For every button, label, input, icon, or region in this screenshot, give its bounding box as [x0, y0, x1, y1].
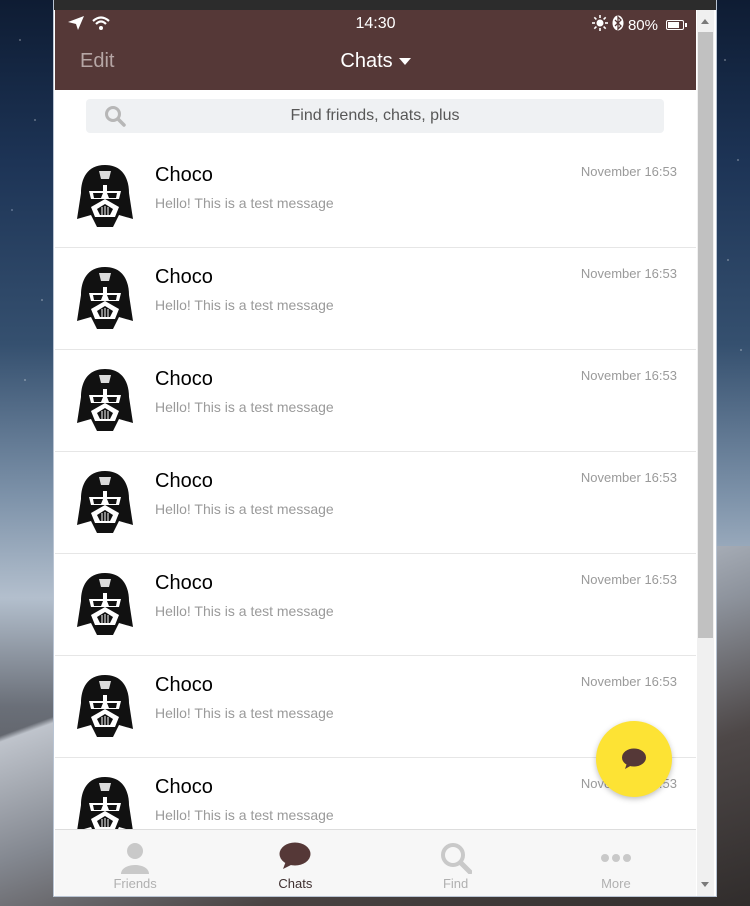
avatar: [75, 469, 135, 535]
app-window: 14:30 80% Edit Chats Find friends, chats…: [54, 0, 716, 896]
chats-title-dropdown[interactable]: Chats: [55, 50, 696, 73]
new-chat-button[interactable]: [596, 721, 672, 797]
chat-contact-name: Choco: [155, 368, 213, 390]
chat-timestamp: November 16:53: [580, 164, 677, 179]
battery-icon: [666, 20, 687, 30]
tab-bar: Friends Chats Find More: [55, 829, 696, 896]
tab-find[interactable]: Find: [376, 830, 536, 896]
avatar: [75, 163, 135, 229]
scroll-thumb[interactable]: [698, 32, 713, 638]
caret-down-icon: [398, 58, 411, 66]
search-area: Find friends, chats, plus: [55, 90, 696, 147]
chat-last-message: Hello! This is a test message: [155, 501, 334, 517]
chat-list-item[interactable]: Choco Hello! This is a test message Nove…: [55, 350, 696, 452]
status-right: 80%: [591, 15, 687, 35]
chat-list-item[interactable]: Choco Hello! This is a test message Nove…: [55, 146, 696, 248]
chat-contact-name: Choco: [155, 776, 213, 798]
chat-list: Choco Hello! This is a test message Nove…: [55, 146, 696, 829]
chat-timestamp: November 16:53: [580, 368, 677, 383]
tab-chats[interactable]: Chats: [215, 830, 375, 896]
chat-timestamp: November 16:53: [580, 470, 677, 485]
chat-contact-name: Choco: [155, 572, 213, 594]
status-bar: 14:30 80%: [55, 10, 696, 40]
chat-app: 14:30 80% Edit Chats Find friends, chats…: [55, 10, 696, 896]
chat-contact-name: Choco: [155, 470, 213, 492]
chat-contact-name: Choco: [155, 266, 213, 288]
chat-contact-name: Choco: [155, 674, 213, 696]
nav-bar: Edit Chats: [55, 40, 696, 90]
battery-level-fill: [668, 22, 680, 28]
chat-last-message: Hello! This is a test message: [155, 195, 334, 211]
chat-last-message: Hello! This is a test message: [155, 807, 334, 823]
bluetooth-icon: [612, 15, 624, 35]
chat-last-message: Hello! This is a test message: [155, 297, 334, 313]
avatar: [75, 265, 135, 331]
chat-timestamp: November 16:53: [580, 572, 677, 587]
tab-label: Chats: [278, 876, 313, 891]
chat-contact-name: Choco: [155, 164, 213, 186]
tab-label: More: [601, 876, 631, 891]
scrollbar[interactable]: [697, 10, 714, 896]
battery-percent: 80%: [627, 16, 658, 34]
search-placeholder: Find friends, chats, plus: [290, 107, 460, 124]
avatar: [75, 367, 135, 433]
page-title: Chats: [340, 50, 393, 72]
tab-label: Find: [442, 876, 469, 891]
chat-last-message: Hello! This is a test message: [155, 705, 334, 721]
avatar: [75, 571, 135, 637]
scroll-down-arrow-icon[interactable]: [701, 882, 709, 887]
chat-last-message: Hello! This is a test message: [155, 603, 334, 619]
chat-list-item[interactable]: Choco Hello! This is a test message Nove…: [55, 248, 696, 350]
chat-last-message: Hello! This is a test message: [155, 399, 334, 415]
chat-list-item[interactable]: Choco Hello! This is a test message Nove…: [55, 452, 696, 554]
window-top-strip: [54, 0, 716, 10]
tab-more[interactable]: More: [536, 830, 696, 896]
tab-friends[interactable]: Friends: [55, 830, 215, 896]
scroll-up-arrow-icon[interactable]: [701, 19, 709, 24]
app-header: 14:30 80% Edit Chats: [55, 10, 696, 90]
avatar: [75, 673, 135, 739]
chat-list-item[interactable]: Choco Hello! This is a test message Nove…: [55, 554, 696, 656]
avatar: [75, 775, 135, 829]
chat-timestamp: November 16:53: [580, 674, 677, 689]
brightness-icon: [591, 15, 608, 35]
chat-bubble-icon: [622, 748, 646, 769]
tab-label: Friends: [113, 876, 157, 891]
chat-timestamp: November 16:53: [580, 266, 677, 281]
search-input[interactable]: Find friends, chats, plus: [86, 99, 664, 133]
